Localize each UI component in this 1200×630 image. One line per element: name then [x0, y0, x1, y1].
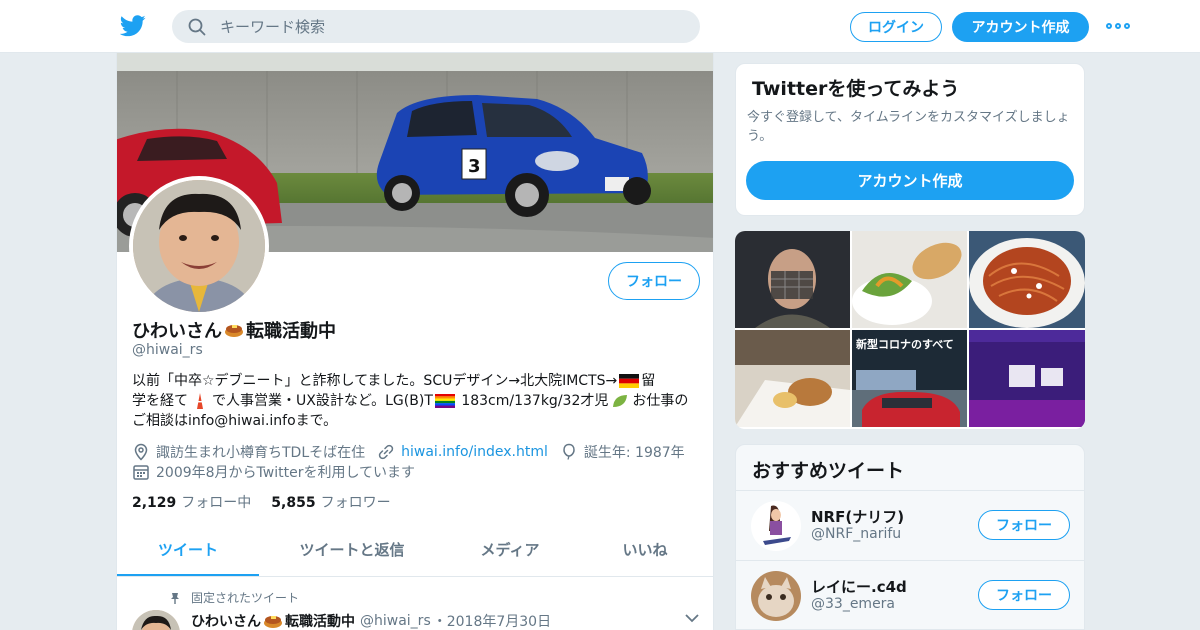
search-bar[interactable]	[172, 10, 700, 43]
media-thumb-pasta[interactable]	[969, 231, 1085, 328]
tweet-header: ひわいさん 転職活動中 @hiwai_rs ・2018年7月30日	[191, 611, 551, 630]
tab-tweets-and-replies[interactable]: ツイートと返信	[259, 525, 445, 576]
profile-url-link[interactable]: hiwai.info/index.html	[401, 444, 548, 460]
login-button[interactable]: ログイン	[850, 12, 942, 42]
recommended-title: おすすめツイート	[752, 460, 905, 482]
account-name[interactable]: NRF(ナリフ)	[811, 506, 904, 527]
account-avatar[interactable]	[751, 501, 801, 551]
media-thumb-salad-bread[interactable]	[852, 231, 967, 328]
svg-text:3: 3	[468, 156, 481, 177]
account-handle: @NRF_narifu	[811, 526, 902, 542]
leaf-icon	[613, 395, 628, 407]
following-label: フォロー中	[181, 495, 252, 511]
tweet-author-handle[interactable]: @hiwai_rs	[360, 613, 431, 629]
search-input[interactable]	[220, 17, 680, 36]
account-avatar[interactable]	[751, 571, 801, 621]
media-thumb-purple-room[interactable]	[969, 330, 1085, 427]
chevron-down-icon[interactable]	[685, 613, 699, 623]
tweet-author-name-suffix: 転職活動中	[285, 614, 355, 630]
profile-birth-year: 誕生年: 1987年	[583, 445, 685, 461]
signup-card-text: 今すぐ登録して、タイムラインをカスタマイズしましょう。	[747, 110, 1070, 144]
tweet-date[interactable]: ・2018年7月30日	[433, 611, 551, 630]
bio-line2-d: お仕事の	[632, 393, 689, 409]
media-grid: 新型コロナのすべて	[735, 231, 1085, 429]
bio-line2-a: 学を経て	[132, 393, 188, 409]
recommended-accounts: おすすめツイート NRF(ナリフ) @NRF_narifu フォロー レイにー.…	[735, 444, 1085, 630]
followers-count: 5,855	[271, 495, 316, 511]
profile-column: 3 フォロー ひわいさん 転職活動中 @hiwai_rs 以前「中卒☆デブニート…	[116, 53, 714, 630]
top-bar: ログイン アカウント作成	[0, 0, 1200, 53]
bio-line2-b: で人事営業・UX設計など。LG(B)T	[212, 393, 433, 409]
profile-joined-date: 2009年8月からTwitterを利用しています	[156, 465, 416, 481]
profile-name-text: ひわいさん	[132, 321, 222, 342]
calendar-icon	[133, 465, 149, 480]
followers-label: フォロワー	[320, 495, 391, 511]
follow-button[interactable]: フォロー	[608, 262, 700, 300]
account-handle: @33_emera	[811, 596, 896, 612]
link-icon	[378, 444, 394, 460]
pin-icon	[171, 592, 179, 604]
profile-meta-row2: 2009年8月からTwitterを利用しています	[132, 462, 415, 482]
pancake-emoji-icon	[264, 616, 282, 628]
more-icon[interactable]	[1106, 18, 1130, 34]
account-follow-button[interactable]: フォロー	[978, 510, 1070, 540]
bio-line1: 以前「中卒☆デブニート」と詐称してました。SCUデザイン→北大院IMCTS→	[132, 373, 618, 389]
location-pin-icon	[134, 443, 148, 461]
recommended-account-row[interactable]: レイにー.c4d @33_emera フォロー	[736, 560, 1084, 629]
pancake-emoji-icon	[225, 325, 243, 337]
tab-media[interactable]: メディア	[445, 525, 575, 576]
profile-meta-row1: 諏訪生まれ小樽育ちTDLそば在住 hiwai.info/index.html 誕…	[132, 442, 685, 462]
media-thumb-mask-face[interactable]	[735, 231, 850, 328]
profile-bio: 以前「中卒☆デブニート」と詐称してました。SCUデザイン→北大院IMCTS→ 留 …	[132, 371, 702, 431]
bio-line2-c: 183cm/137kg/32才児	[456, 393, 609, 409]
profile-location: 諏訪生まれ小樽育ちTDLそば在住	[156, 445, 366, 461]
corona-book-title: 新型コロナのすべて	[856, 337, 954, 351]
profile-stats: 2,129 フォロー中 5,855 フォロワー	[132, 492, 391, 512]
recommended-account-row[interactable]: NRF(ナリフ) @NRF_narifu フォロー	[736, 490, 1084, 560]
account-name[interactable]: レイにー.c4d	[811, 576, 907, 597]
balloon-icon	[563, 443, 575, 460]
tab-likes[interactable]: いいね	[575, 525, 713, 576]
rainbow-flag-icon	[434, 394, 455, 408]
tweet-author-name[interactable]: ひわいさん 転職活動中	[191, 611, 355, 630]
profile-name: ひわいさん 転職活動中	[132, 317, 336, 343]
profile-tabs: ツイート ツイートと返信 メディア いいね	[117, 525, 713, 577]
tweet-author-name-text: ひわいさん	[191, 614, 261, 630]
bio-line3: ご相談はinfo@hiwai.infoまで。	[132, 413, 338, 429]
tab-tweets[interactable]: ツイート	[117, 525, 259, 576]
signup-card: Twitterを使ってみよう 今すぐ登録して、タイムラインをカスタマイズしましょ…	[735, 63, 1085, 216]
account-follow-button[interactable]: フォロー	[978, 580, 1070, 610]
tweet-author-avatar[interactable]	[132, 610, 180, 630]
signup-card-title: Twitterを使ってみよう	[752, 78, 960, 100]
germany-flag-icon	[619, 374, 640, 388]
following-count: 2,129	[132, 495, 177, 511]
signup-button[interactable]: アカウント作成	[952, 12, 1089, 42]
profile-name-suffix: 転職活動中	[246, 321, 336, 342]
signup-card-button[interactable]: アカウント作成	[746, 161, 1074, 200]
profile-handle: @hiwai_rs	[132, 342, 203, 358]
following-stat[interactable]: 2,129 フォロー中	[132, 492, 251, 512]
profile-avatar[interactable]	[129, 176, 269, 316]
media-thumb-food-plate[interactable]	[735, 330, 850, 427]
pinned-label: 固定されたツイート	[191, 591, 300, 605]
bio-line1-end: 留	[641, 373, 656, 389]
twitter-bird-icon[interactable]	[120, 14, 146, 38]
tokyo-tower-icon	[197, 393, 203, 409]
pinned-indicator: 固定されたツイート	[169, 589, 299, 606]
followers-stat[interactable]: 5,855 フォロワー	[271, 492, 390, 512]
media-thumb-corona-book[interactable]: 新型コロナのすべて	[852, 330, 967, 427]
search-icon	[188, 18, 206, 35]
